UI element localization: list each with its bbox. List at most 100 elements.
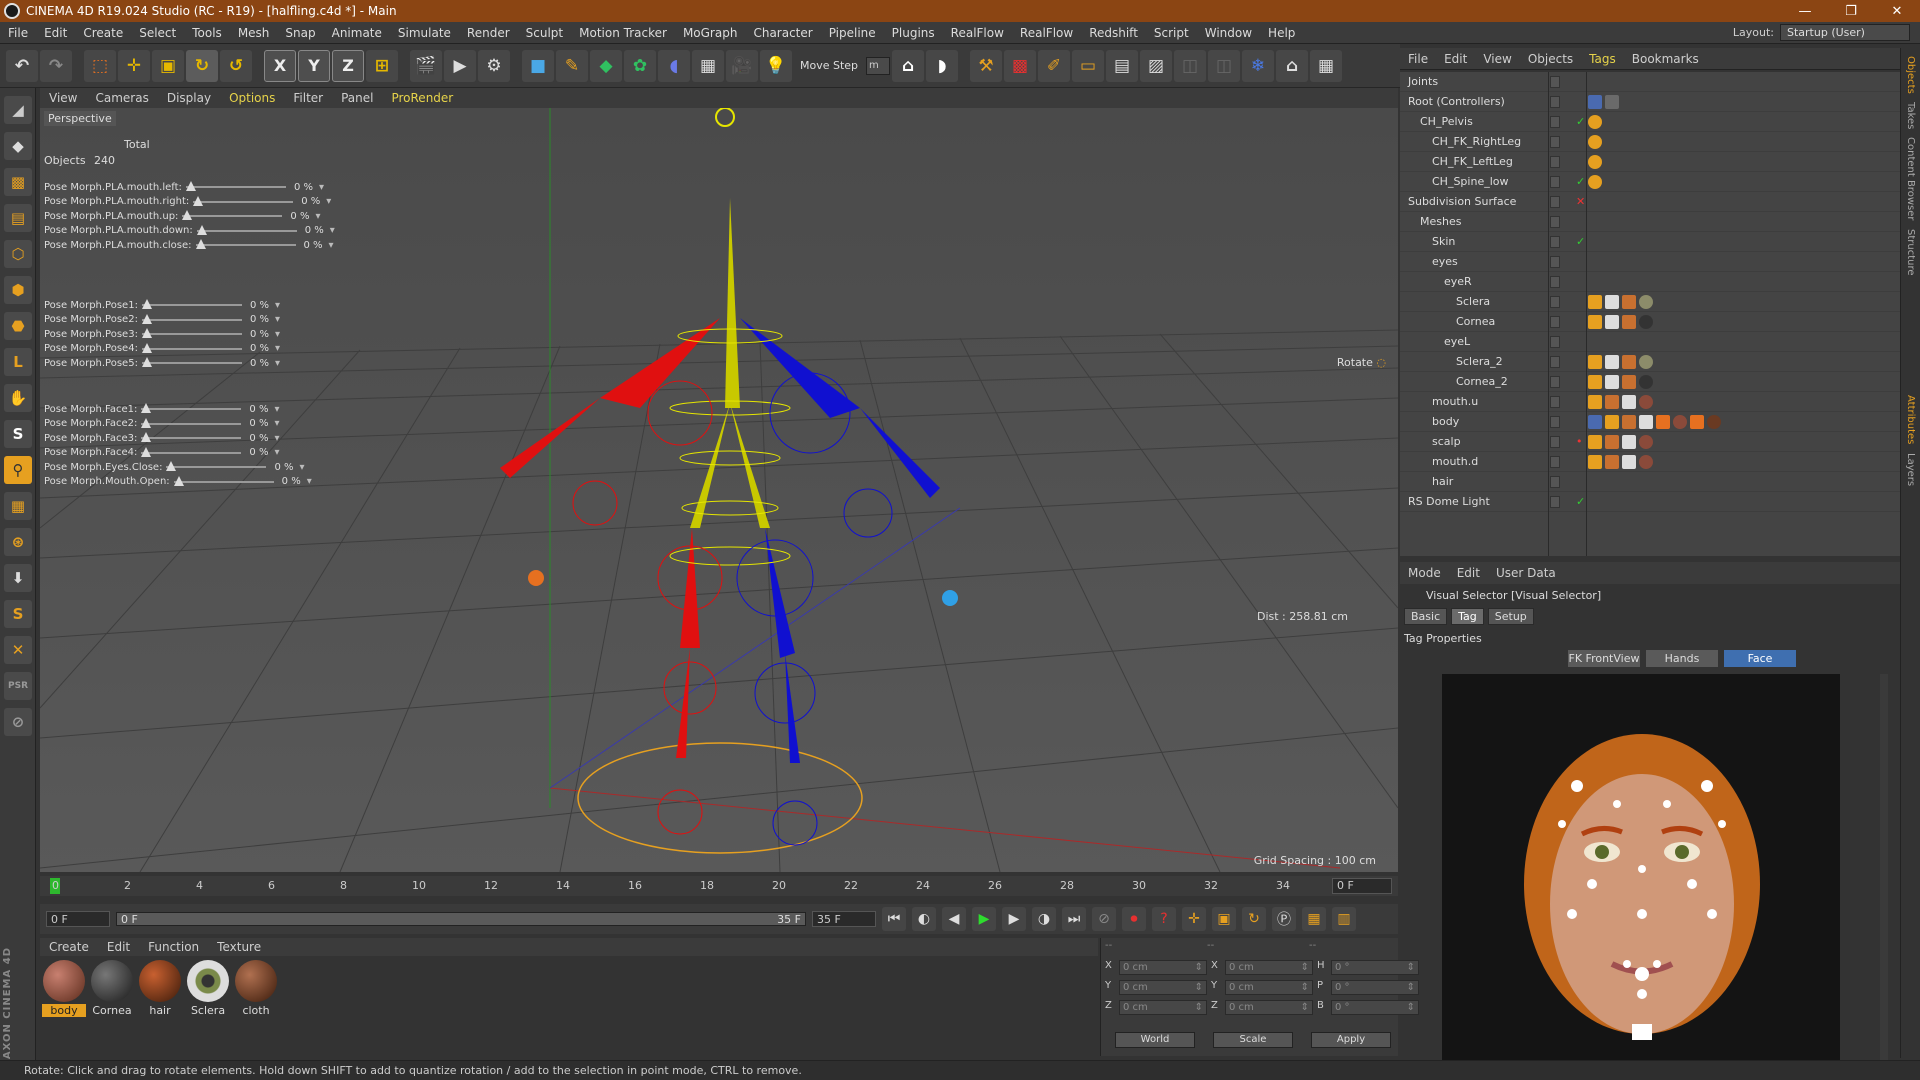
slider-knob-icon[interactable] bbox=[141, 417, 152, 428]
object-row-mouth-d[interactable]: mouth.d bbox=[1400, 452, 1900, 472]
slider-pose5[interactable]: Pose Morph.Pose5: 0 % ▾ bbox=[44, 356, 280, 371]
protection-tag-icon[interactable] bbox=[1588, 174, 1602, 189]
locked-workplane-icon[interactable]: ▦ bbox=[4, 492, 32, 520]
chevron-down-icon[interactable]: ▾ bbox=[330, 225, 335, 236]
tweak-mode-icon[interactable]: ✋ bbox=[4, 384, 32, 412]
weight-tag-icon[interactable] bbox=[1605, 434, 1619, 449]
key-parameter-icon[interactable]: Ⓟ bbox=[1272, 907, 1296, 931]
size-x-field[interactable]: 0 cm ⇕ bbox=[1225, 960, 1313, 975]
column-divider[interactable] bbox=[1548, 72, 1549, 556]
face-selector-image[interactable] bbox=[1442, 674, 1840, 1060]
visibility-icon[interactable] bbox=[1550, 95, 1560, 108]
timeline-ruler[interactable]: 0 2 4 6 8 10 12 14 16 18 20 22 24 26 28 … bbox=[40, 876, 1398, 896]
slider-mouth-right[interactable]: Pose Morph.PLA.mouth.right: 0 % ▾ bbox=[44, 195, 335, 210]
menu-mograph[interactable]: MoGraph bbox=[675, 26, 746, 40]
visibility-icon[interactable] bbox=[1550, 155, 1560, 168]
make-editable-icon[interactable]: ◢ bbox=[4, 96, 32, 124]
points-mode-icon[interactable]: ⬡ bbox=[4, 240, 32, 268]
material-tag-icon[interactable] bbox=[1639, 314, 1653, 329]
chevron-down-icon[interactable]: ▾ bbox=[274, 433, 279, 444]
attr-menu-edit[interactable]: Edit bbox=[1449, 566, 1488, 580]
next-key-icon[interactable]: ◑ bbox=[1032, 907, 1056, 931]
deformer-icon[interactable]: ◖ bbox=[658, 49, 690, 82]
object-menu-tags[interactable]: Tags bbox=[1581, 52, 1624, 66]
visibility-icon[interactable] bbox=[1550, 195, 1560, 208]
weight-tag-icon[interactable] bbox=[1605, 454, 1619, 469]
chevron-down-icon[interactable]: ▾ bbox=[307, 476, 312, 487]
slider-knob-icon[interactable] bbox=[141, 299, 152, 310]
tab-face[interactable]: Face bbox=[1724, 650, 1796, 667]
visibility-icon[interactable] bbox=[1550, 235, 1560, 248]
chevron-down-icon[interactable]: ▾ bbox=[275, 314, 280, 325]
menu-tools[interactable]: Tools bbox=[184, 26, 230, 40]
layout-select[interactable]: Startup (User) bbox=[1780, 24, 1910, 41]
weight-tag-icon[interactable] bbox=[1622, 354, 1636, 369]
slider-knob-icon[interactable] bbox=[173, 475, 184, 486]
object-row-meshes[interactable]: Meshes bbox=[1400, 212, 1900, 232]
redshift-proxy-icon[interactable]: ▭ bbox=[1072, 49, 1105, 82]
slider-pose3[interactable]: Pose Morph.Pose3: 0 % ▾ bbox=[44, 327, 280, 342]
workplane-icon[interactable]: ⚲ bbox=[4, 456, 32, 484]
strip-tab-content-browser[interactable]: Content Browser bbox=[1905, 137, 1916, 220]
solo-selection-icon[interactable]: S bbox=[4, 600, 32, 628]
visibility-icon[interactable] bbox=[1550, 75, 1560, 88]
slider-knob-icon[interactable] bbox=[193, 195, 204, 206]
camera-icon[interactable]: 🎥 bbox=[726, 49, 758, 82]
phong-tag-icon[interactable] bbox=[1605, 414, 1619, 429]
z-axis-lock-icon[interactable]: Z bbox=[332, 49, 364, 82]
menu-help[interactable]: Help bbox=[1260, 26, 1303, 40]
menu-snap[interactable]: Snap bbox=[277, 26, 323, 40]
material-tag-icon[interactable] bbox=[1639, 454, 1653, 469]
material-cornea[interactable]: Cornea bbox=[90, 960, 134, 1017]
menu-pipeline[interactable]: Pipeline bbox=[821, 26, 884, 40]
key-position-icon[interactable]: ✛ bbox=[1182, 907, 1206, 931]
material-cloth[interactable]: cloth bbox=[234, 960, 278, 1017]
redo-icon[interactable]: ↷ bbox=[40, 49, 72, 82]
slider-knob-icon[interactable] bbox=[182, 210, 193, 221]
phong-tag-icon[interactable] bbox=[1588, 374, 1602, 389]
slider-mouth-left[interactable]: Pose Morph.PLA.mouth.left: 0 % ▾ bbox=[44, 180, 335, 195]
slider-mouth-open[interactable]: Pose Morph.Mouth.Open: 0 % ▾ bbox=[44, 475, 312, 490]
object-row-sclera-2[interactable]: Sclera_2 bbox=[1400, 352, 1900, 372]
menu-window[interactable]: Window bbox=[1197, 26, 1260, 40]
size-y-field[interactable]: 0 cm ⇕ bbox=[1225, 980, 1313, 995]
key-scale-icon[interactable]: ▣ bbox=[1212, 907, 1236, 931]
menu-realflow-2[interactable]: RealFlow bbox=[1012, 26, 1081, 40]
menu-character[interactable]: Character bbox=[745, 26, 820, 40]
uvw-tag-icon[interactable] bbox=[1605, 294, 1619, 309]
weight-tag-icon[interactable] bbox=[1622, 414, 1636, 429]
visibility-icon[interactable] bbox=[1550, 175, 1560, 188]
redshift-checker-icon[interactable]: ▨ bbox=[1140, 49, 1173, 82]
psr-icon[interactable]: PSR bbox=[4, 672, 32, 700]
rotate-tool-icon[interactable]: ↻ bbox=[186, 49, 218, 82]
slider-knob-icon[interactable] bbox=[141, 403, 152, 414]
object-row-mouth-u[interactable]: mouth.u bbox=[1400, 392, 1900, 412]
snapping-icon[interactable]: S bbox=[4, 420, 32, 448]
position-y-field[interactable]: 0 cm ⇕ bbox=[1119, 980, 1207, 995]
material-tag-icon[interactable] bbox=[1639, 294, 1653, 309]
x-axis-lock-icon[interactable]: X bbox=[264, 49, 296, 82]
visibility-icon[interactable] bbox=[1550, 115, 1560, 128]
uvw-tag-icon[interactable] bbox=[1622, 454, 1636, 469]
object-row-joints[interactable]: Joints bbox=[1400, 72, 1900, 92]
protection-tag-icon[interactable] bbox=[1588, 114, 1602, 129]
object-menu-file[interactable]: File bbox=[1400, 52, 1436, 66]
render-picture-viewer-icon[interactable]: ▶ bbox=[444, 49, 476, 82]
redshift-rt-icon[interactable]: ⚒ bbox=[970, 49, 1003, 82]
viewport-menu-view[interactable]: View bbox=[40, 91, 86, 105]
prev-key-icon[interactable]: ◐ bbox=[912, 907, 936, 931]
play-icon[interactable]: ▶ bbox=[972, 907, 996, 931]
live-selection-icon[interactable]: ⬚ bbox=[84, 49, 116, 82]
menu-animate[interactable]: Animate bbox=[324, 26, 390, 40]
undo-icon[interactable]: ↶ bbox=[6, 49, 38, 82]
menu-select[interactable]: Select bbox=[131, 26, 184, 40]
disabled-tool-1-icon[interactable]: ◫ bbox=[1174, 49, 1207, 82]
slider-knob-icon[interactable] bbox=[196, 224, 207, 235]
end-frame-field[interactable]: 35 F bbox=[812, 911, 876, 927]
material-tag-icon[interactable] bbox=[1639, 394, 1653, 409]
next-frame-icon[interactable]: ▶ bbox=[1002, 907, 1026, 931]
tab-basic[interactable]: Basic bbox=[1404, 608, 1448, 625]
rotation-p-field[interactable]: 0 ° ⇕ bbox=[1331, 980, 1419, 995]
object-row-hair[interactable]: hair bbox=[1400, 472, 1900, 492]
strip-tab-attributes[interactable]: Attributes bbox=[1905, 395, 1916, 444]
